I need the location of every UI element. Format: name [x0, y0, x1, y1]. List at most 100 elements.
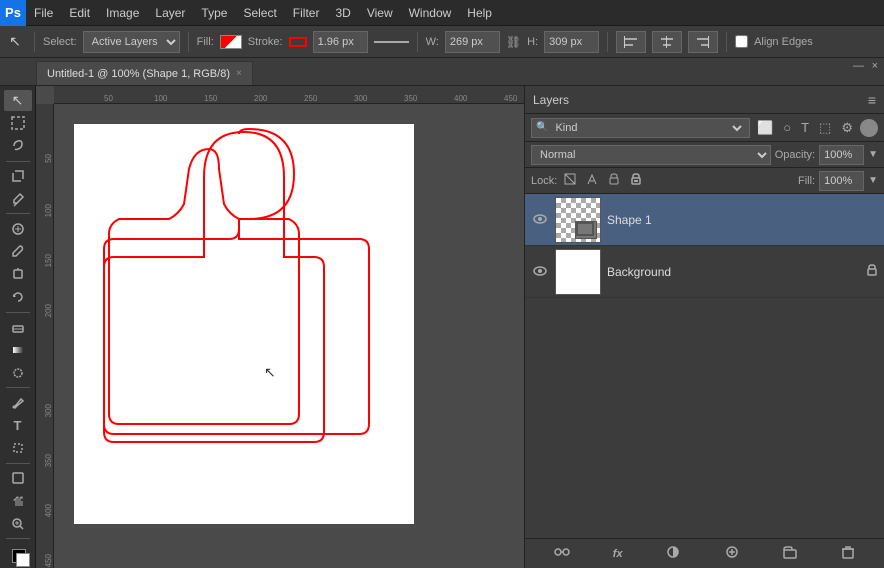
tool-type[interactable]: T — [4, 415, 32, 436]
fill-label: Fill: — [197, 36, 214, 48]
tool-path-select[interactable] — [4, 438, 32, 459]
stroke-style-selector[interactable] — [374, 34, 409, 50]
opacity-arrow[interactable]: ▼ — [868, 149, 878, 160]
ruler-mark-300: 300 — [354, 94, 367, 103]
layer-visibility-shape1[interactable] — [531, 212, 549, 228]
tool-eyedropper[interactable] — [4, 188, 32, 209]
canvas-content[interactable]: ↖ — [54, 104, 524, 568]
background-lock-icon — [866, 263, 878, 280]
blend-mode-select[interactable]: Normal Multiply Screen — [531, 145, 771, 165]
link-layers-btn[interactable] — [550, 545, 574, 562]
document-tab[interactable]: Untitled-1 @ 100% (Shape 1, RGB/8) × — [36, 61, 253, 85]
ruler-vmark-400: 400 — [44, 504, 53, 517]
align-right-btn[interactable] — [688, 31, 718, 53]
tool-marquee[interactable] — [4, 113, 32, 134]
menu-window[interactable]: Window — [401, 0, 460, 25]
ruler-mark-100: 100 — [154, 94, 167, 103]
toolbar-divider-1 — [34, 32, 35, 52]
fill-input[interactable] — [819, 171, 864, 191]
menu-view[interactable]: View — [359, 0, 401, 25]
lock-transparent-btn[interactable] — [561, 172, 579, 189]
layers-bottom-bar: fx — [525, 538, 884, 568]
align-center-btn[interactable] — [652, 31, 682, 53]
menu-help[interactable]: Help — [459, 0, 500, 25]
menu-type[interactable]: Type — [193, 0, 235, 25]
filter-kind-select[interactable]: Kind — [551, 121, 745, 135]
stroke-preview[interactable] — [289, 37, 307, 47]
tool-separator-4 — [6, 387, 30, 388]
filter-smart-icon[interactable]: ⚙ — [838, 120, 856, 136]
tool-shape[interactable] — [4, 468, 32, 489]
menu-select[interactable]: Select — [235, 0, 284, 25]
height-input[interactable] — [544, 31, 599, 53]
menu-file[interactable]: File — [26, 0, 61, 25]
toolbar-divider-3 — [417, 32, 418, 52]
tab-title: Untitled-1 @ 100% (Shape 1, RGB/8) — [47, 68, 230, 80]
tool-lasso[interactable] — [4, 136, 32, 157]
lock-all-btn[interactable] — [627, 172, 645, 189]
opacity-input[interactable] — [819, 145, 864, 165]
delete-layer-btn[interactable] — [837, 545, 859, 562]
panel-collapse-btn[interactable]: — — [853, 60, 864, 72]
tool-crop[interactable] — [4, 166, 32, 187]
filter-shape-icon[interactable]: ⬚ — [816, 120, 834, 136]
layer-list: Shape 1 Background — [525, 194, 884, 538]
menu-layer[interactable]: Layer — [147, 0, 193, 25]
menu-filter[interactable]: Filter — [285, 0, 328, 25]
link-dimensions[interactable]: ⛓ — [506, 35, 521, 49]
tool-eraser[interactable] — [4, 317, 32, 338]
filter-adjust-icon[interactable]: ○ — [780, 120, 794, 135]
toolbar-divider-2 — [188, 32, 189, 52]
stroke-label: Stroke: — [248, 36, 283, 48]
new-group-btn[interactable] — [778, 545, 802, 562]
fill-arrow[interactable]: ▼ — [868, 175, 878, 186]
menu-image[interactable]: Image — [98, 0, 147, 25]
stroke-width-input[interactable] — [313, 31, 368, 53]
layers-menu-icon[interactable]: ≡ — [868, 92, 876, 108]
tool-separator-3 — [6, 312, 30, 313]
tool-separator-5 — [6, 463, 30, 464]
layer-name-shape1: Shape 1 — [607, 213, 878, 227]
lock-position-btn[interactable] — [605, 172, 623, 189]
tool-select[interactable]: ↖ — [4, 90, 32, 111]
layer-visibility-bg[interactable] — [531, 264, 549, 280]
layer-thumb-background — [555, 249, 601, 295]
align-edges-checkbox[interactable] — [735, 35, 748, 48]
tool-blur[interactable] — [4, 362, 32, 383]
tool-stamp[interactable] — [4, 264, 32, 285]
lock-row: Lock: Fill: ▼ — [525, 168, 884, 194]
width-input[interactable] — [445, 31, 500, 53]
filter-toggle[interactable] — [860, 119, 878, 137]
horizontal-ruler: 50 100 150 200 250 300 350 400 450 — [54, 86, 524, 104]
color-picker[interactable] — [4, 543, 32, 564]
canvas-white — [74, 124, 414, 524]
lock-image-btn[interactable] — [583, 172, 601, 189]
tool-brush[interactable] — [4, 241, 32, 262]
tool-pen[interactable] — [4, 392, 32, 413]
tool-history-brush[interactable] — [4, 287, 32, 308]
tab-close-btn[interactable]: × — [236, 68, 242, 79]
filter-input-wrap[interactable]: 🔍 Kind — [531, 118, 750, 138]
menu-edit[interactable]: Edit — [61, 0, 98, 25]
filter-pixel-icon[interactable]: ⬜ — [754, 120, 776, 136]
add-mask-btn[interactable] — [661, 545, 685, 562]
panel-close-btn[interactable]: × — [872, 60, 878, 72]
align-left-btn[interactable] — [616, 31, 646, 53]
fill-preview[interactable] — [220, 35, 242, 49]
ruler-mark-450: 450 — [504, 94, 517, 103]
tool-separator-6 — [6, 538, 30, 539]
filter-type-icon[interactable]: T — [798, 120, 812, 135]
menu-3d[interactable]: 3D — [327, 0, 358, 25]
toolbar-divider-4 — [607, 32, 608, 52]
select-tool-icon: ↖ — [4, 31, 26, 53]
tool-hand[interactable] — [4, 491, 32, 512]
tool-gradient[interactable] — [4, 339, 32, 360]
tool-heal[interactable] — [4, 218, 32, 239]
layer-item-background[interactable]: Background — [525, 246, 884, 298]
tools-panel: ↖ — [0, 86, 36, 568]
new-adjustment-btn[interactable] — [720, 545, 744, 562]
tool-zoom[interactable] — [4, 513, 32, 534]
select-dropdown[interactable]: Active Layers — [83, 31, 180, 53]
layer-style-btn[interactable]: fx — [609, 548, 627, 560]
layer-item-shape1[interactable]: Shape 1 — [525, 194, 884, 246]
